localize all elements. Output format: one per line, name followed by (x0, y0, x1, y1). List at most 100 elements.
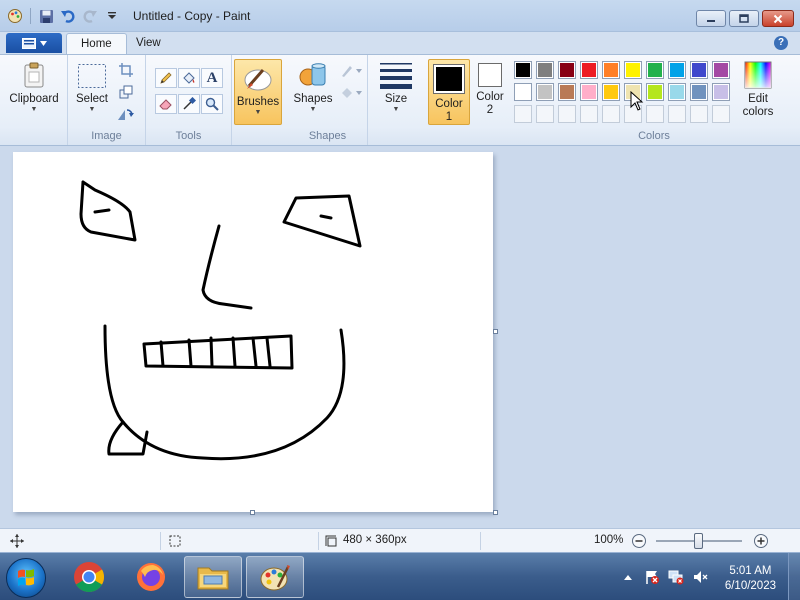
outline-icon[interactable] (338, 61, 364, 81)
pencil-tool[interactable] (155, 68, 177, 88)
palette-swatch[interactable] (624, 61, 642, 79)
color2-button[interactable]: Color 2 (472, 63, 508, 117)
edit-colors-button[interactable]: Edit colors (736, 61, 780, 119)
palette-swatch[interactable] (646, 83, 664, 101)
show-hidden-icons[interactable] (620, 569, 636, 585)
palette-swatch[interactable] (668, 83, 686, 101)
palette-swatch[interactable] (558, 83, 576, 101)
network-icon[interactable] (668, 569, 684, 585)
resize-handle-right[interactable] (493, 329, 498, 334)
palette-custom-slot[interactable] (712, 105, 730, 123)
palette-swatch[interactable] (712, 83, 730, 101)
rotate-icon[interactable] (116, 104, 136, 124)
shapes-button[interactable]: Shapes ▼ (292, 61, 334, 114)
start-button[interactable] (6, 558, 46, 598)
paint-icon (260, 565, 290, 591)
color1-label: Color 1 (435, 98, 463, 123)
swatch-color (714, 63, 728, 77)
mouse-cursor-icon (630, 91, 644, 111)
crop-icon[interactable] (116, 60, 136, 80)
swatch-color (538, 85, 552, 99)
taskbar-file-explorer[interactable] (184, 556, 242, 598)
customize-qat-icon[interactable] (103, 7, 121, 25)
resize-icon[interactable] (116, 82, 136, 102)
palette-swatch[interactable] (646, 61, 664, 79)
swatch-color (714, 85, 728, 99)
taskbar-paint[interactable] (246, 556, 304, 598)
palette-custom-slot[interactable] (668, 105, 686, 123)
paint-menu-button[interactable] (6, 33, 62, 53)
resize-handle-bottom[interactable] (250, 510, 255, 515)
palette-swatch[interactable] (514, 83, 532, 101)
palette-swatch[interactable] (690, 83, 708, 101)
chrome-icon (74, 562, 105, 593)
selection-size-icon (168, 534, 182, 551)
palette-swatch[interactable] (536, 83, 554, 101)
palette-custom-slot[interactable] (558, 105, 576, 123)
palette-swatch[interactable] (536, 61, 554, 79)
swatch-color (626, 63, 640, 77)
palette-custom-slot[interactable] (514, 105, 532, 123)
tab-home[interactable]: Home (66, 33, 127, 54)
palette-swatch[interactable] (668, 61, 686, 79)
palette-custom-slot[interactable] (580, 105, 598, 123)
help-icon[interactable]: ? (774, 36, 788, 50)
action-center-icon[interactable] (644, 569, 660, 585)
clock-time: 5:01 AM (729, 565, 772, 577)
clipboard-button[interactable]: Clipboard ▼ (9, 61, 59, 114)
palette-swatch[interactable] (602, 83, 620, 101)
palette-swatch[interactable] (602, 61, 620, 79)
swatch-color (692, 63, 706, 77)
save-icon[interactable] (37, 7, 55, 25)
size-button[interactable]: Size ▼ (376, 61, 416, 114)
zoom-out-button[interactable] (631, 533, 647, 552)
undo-icon[interactable] (59, 7, 77, 25)
menu-document-icon (21, 37, 36, 49)
redo-icon[interactable] (81, 7, 99, 25)
taskbar-clock[interactable]: 5:01 AM 6/10/2023 (725, 564, 776, 594)
eraser-icon (159, 99, 172, 110)
palette-custom-slot[interactable] (602, 105, 620, 123)
cursor-position-icon (10, 534, 24, 551)
zoom-in-button[interactable] (753, 533, 769, 552)
minimize-button[interactable] (696, 10, 726, 27)
brushes-label: Brushes (236, 96, 280, 108)
palette-swatch[interactable] (712, 61, 730, 79)
brushes-button[interactable]: Brushes ▼ (234, 59, 282, 125)
drawing-canvas[interactable] (13, 152, 493, 512)
palette-swatch[interactable] (580, 83, 598, 101)
tab-view[interactable]: View (122, 33, 175, 54)
paint-app-icon[interactable] (6, 7, 24, 25)
resize-handle-corner[interactable] (493, 510, 498, 515)
close-button[interactable] (762, 10, 794, 27)
color-picker-tool[interactable] (178, 94, 200, 114)
taskbar-chrome[interactable] (60, 556, 118, 598)
select-button[interactable]: Select ▼ (74, 63, 110, 114)
color1-button[interactable]: Color 1 (428, 59, 470, 125)
palette-swatch[interactable] (690, 61, 708, 79)
show-desktop-button[interactable] (788, 553, 800, 600)
volume-icon[interactable] (692, 569, 708, 585)
magnifier-icon (205, 97, 219, 111)
palette-swatch[interactable] (580, 61, 598, 79)
palette-swatch[interactable] (558, 61, 576, 79)
face-drawing (79, 180, 362, 461)
palette-custom-slot[interactable] (646, 105, 664, 123)
eraser-tool[interactable] (155, 94, 177, 114)
clipboard-group: Clipboard ▼ (0, 55, 68, 145)
clipboard-icon (24, 62, 44, 88)
folder-icon (197, 567, 229, 590)
fill-icon[interactable] (338, 83, 364, 103)
maximize-button[interactable] (729, 10, 759, 27)
zoom-slider-thumb[interactable] (694, 533, 703, 549)
text-tool[interactable]: A (201, 68, 223, 88)
palette-custom-slot[interactable] (690, 105, 708, 123)
palette-custom-slot[interactable] (536, 105, 554, 123)
swatch-color (538, 63, 552, 77)
fill-tool[interactable] (178, 68, 200, 88)
palette-swatch[interactable] (514, 61, 532, 79)
chevron-down-icon: ▼ (392, 106, 400, 113)
chevron-down-icon: ▼ (254, 109, 262, 116)
magnifier-tool[interactable] (201, 94, 223, 114)
taskbar-firefox[interactable] (122, 556, 180, 598)
